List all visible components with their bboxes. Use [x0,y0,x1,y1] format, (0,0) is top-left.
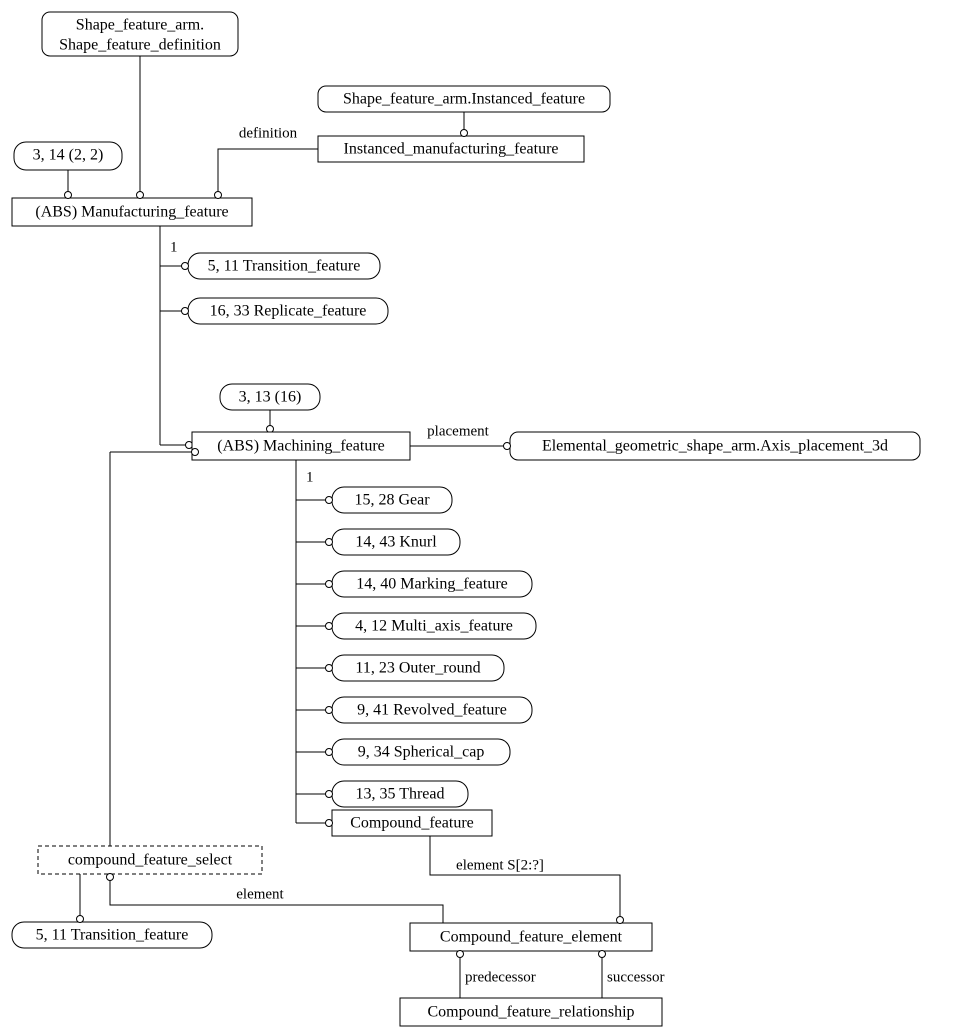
edge-label-placement: placement [427,423,489,439]
label-pill-transition-1: 5, 11 Transition_feature [208,258,361,275]
label-pill-revolved: 9, 41 Revolved_feature [357,702,507,719]
label-abs-mfg-feature: (ABS) Manufacturing_feature [35,204,228,221]
label-compound-feature-element: Compound_feature_element [440,929,623,946]
label-pill-transition-2: 5, 11 Transition_feature [36,927,189,944]
label-pill-3-14: 3, 14 (2, 2) [33,147,104,164]
label-shape-feature-def-1: Shape_feature_arm. [76,17,204,34]
edge-label-element: element [236,886,284,902]
edge-label-one-b: 1 [306,469,314,485]
label-pill-spherical: 9, 34 Spherical_cap [358,744,485,761]
label-pill-3-13: 3, 13 (16) [239,389,302,406]
label-pill-marking: 14, 40 Marking_feature [356,576,508,593]
label-pill-knurl: 14, 43 Knurl [355,534,437,551]
expressg-diagram: Shape_feature_arm. Shape_feature_definit… [0,0,962,1036]
label-instanced-feature-ref: Shape_feature_arm.Instanced_feature [343,91,585,108]
label-axis-placement: Elemental_geometric_shape_arm.Axis_place… [542,438,888,455]
edge-label-successor: successor [607,969,664,985]
label-pill-thread: 13, 35 Thread [355,786,444,803]
label-shape-feature-def-2: Shape_feature_definition [59,37,221,54]
label-pill-outer-round: 11, 23 Outer_round [355,660,480,677]
label-compound-feature-select: compound_feature_select [68,852,233,869]
label-abs-machining: (ABS) Machining_feature [217,438,385,455]
label-pill-gear: 15, 28 Gear [354,492,430,509]
edge-label-definition: definition [239,125,298,141]
label-pill-multi-axis: 4, 12 Multi_axis_feature [355,618,513,635]
label-pill-replicate: 16, 33 Replicate_feature [210,303,367,320]
edge-label-predecessor: predecessor [465,969,536,985]
label-instanced-mfg-feature: Instanced_manufacturing_feature [343,141,558,158]
edge-label-one-a: 1 [170,239,178,255]
label-compound-feature-rel: Compound_feature_relationship [427,1004,634,1021]
edge-label-element-set: element S[2:?] [456,857,544,873]
label-compound-feature: Compound_feature [350,815,474,832]
